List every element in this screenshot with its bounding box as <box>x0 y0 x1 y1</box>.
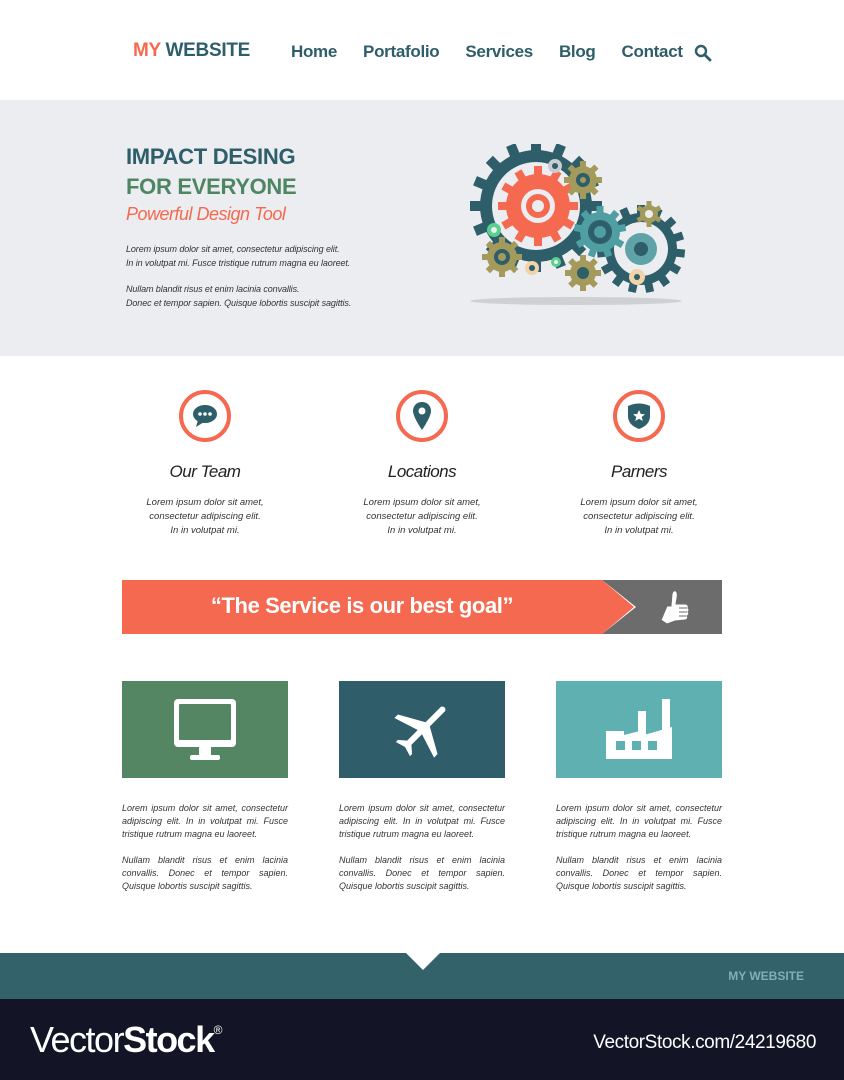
factory-icon <box>606 698 672 759</box>
nav-blog[interactable]: Blog <box>559 42 596 62</box>
service-paragraph-2: Nullam blandit risus et enim lacinia con… <box>556 855 722 891</box>
logo-website: WEBSITE <box>165 40 251 61</box>
top-navigation: MY WEBSITE Home Portafolio Services Blog… <box>0 0 844 100</box>
service-paragraph-2: Nullam blandit risus et enim lacinia con… <box>339 855 505 891</box>
peach-gear-left <box>525 261 539 275</box>
feature-locations: Locations Lorem ipsum dolor sit amet, co… <box>337 390 507 538</box>
watermark-brand-bold: Stock <box>123 1019 215 1060</box>
airplane-icon <box>394 706 446 758</box>
feature-icon-circle[interactable] <box>613 390 665 442</box>
feature-desc-line: consectetur adipiscing elit. <box>149 511 261 522</box>
nav-contact[interactable]: Contact <box>622 42 683 62</box>
nav-home[interactable]: Home <box>291 42 337 62</box>
small-gear-top <box>548 159 562 173</box>
gears-icon <box>470 144 686 305</box>
search-icon[interactable] <box>694 44 712 62</box>
service-image-box[interactable] <box>339 681 505 778</box>
feature-desc-line: In in volutpat mi. <box>604 525 674 536</box>
hero-subtitle: Powerful Design Tool <box>126 204 286 224</box>
map-pin-icon <box>413 402 431 430</box>
hero-paragraph-2-line-2: Donec et tempor sapien. Quisque lobortis… <box>126 298 352 308</box>
watermark-bar: VectorStock® VectorStock.com/24219680 <box>0 999 844 1080</box>
main-menu: Home Portafolio Services Blog Contact <box>291 42 709 62</box>
peach-gear-right <box>629 269 645 285</box>
feature-partners: Parners Lorem ipsum dolor sit amet, cons… <box>554 390 724 538</box>
service-card-1: Lorem ipsum dolor sit amet, consectetur … <box>122 681 288 893</box>
mint-gear-bottom <box>551 257 561 267</box>
olive-gear-bottom <box>565 255 601 291</box>
hero-paragraph-2-line-1: Nullam blandit risus et enim lacinia con… <box>126 284 300 294</box>
feature-desc-line: In in volutpat mi. <box>170 525 240 536</box>
chat-bubble-icon <box>193 405 217 427</box>
hero-paragraph-1-line-2: In in volutpat mi. Fusce tristique rutru… <box>126 258 351 268</box>
nav-portafolio[interactable]: Portafolio <box>363 42 440 62</box>
nav-services[interactable]: Services <box>465 42 533 62</box>
feature-our-team: Our Team Lorem ipsum dolor sit amet, con… <box>120 390 290 538</box>
banner-arrow <box>602 580 634 634</box>
banner-quote: “The Service is our best goal” <box>210 593 514 618</box>
feature-title: Our Team <box>169 462 241 481</box>
logo-my: MY <box>133 40 161 61</box>
hero-section: IMPACT DESING FOR EVERYONE Powerful Desi… <box>0 100 844 356</box>
feature-desc-line: Lorem ipsum dolor sit amet, <box>146 497 264 508</box>
watermark-id: VectorStock.com/24219680 <box>593 1032 816 1053</box>
olive-gear-top <box>564 161 602 199</box>
watermark-brand-thin: Vector <box>30 1019 125 1060</box>
hero-paragraph-1: Lorem ipsum dolor sit amet, consectetur … <box>126 242 350 270</box>
service-paragraph-1: Lorem ipsum dolor sit amet, consectetur … <box>556 803 722 839</box>
site-logo[interactable]: MY WEBSITE <box>133 40 250 62</box>
footer-notch <box>406 953 440 970</box>
footer-logo[interactable]: MY WEBSITE <box>728 969 804 983</box>
service-card-3: Lorem ipsum dolor sit amet, consectetur … <box>556 681 722 893</box>
feature-desc-line: In in volutpat mi. <box>387 525 457 536</box>
shield-star-icon <box>628 403 650 429</box>
feature-desc-line: consectetur adipiscing elit. <box>583 511 695 522</box>
hero-title-line1: IMPACT DESING <box>126 144 296 169</box>
feature-desc-line: Lorem ipsum dolor sit amet, <box>580 497 698 508</box>
service-paragraph-2: Nullam blandit risus et enim lacinia con… <box>122 855 288 891</box>
monitor-icon <box>174 698 236 760</box>
hero-paragraph-1-line-1: Lorem ipsum dolor sit amet, consectetur … <box>126 244 340 254</box>
feature-description: Lorem ipsum dolor sit amet, consectetur … <box>337 496 507 538</box>
mint-gear-left <box>487 223 501 237</box>
service-paragraph-1: Lorem ipsum dolor sit amet, consectetur … <box>122 803 288 839</box>
quote-banner: “The Service is our best goal” <box>122 580 722 634</box>
feature-description: Lorem ipsum dolor sit amet, consectetur … <box>120 496 290 538</box>
site-footer: MY WEBSITE <box>0 953 844 999</box>
feature-title: Locations <box>387 462 457 481</box>
service-image-box[interactable] <box>556 681 722 778</box>
feature-desc-line: consectetur adipiscing elit. <box>366 511 478 522</box>
feature-icon-circle[interactable] <box>396 390 448 442</box>
registered-mark: ® <box>213 1023 223 1037</box>
olive-gear-left <box>482 237 522 277</box>
service-image-box[interactable] <box>122 681 288 778</box>
feature-desc-line: Lorem ipsum dolor sit amet, <box>363 497 481 508</box>
hero-title-line2: FOR EVERYONE <box>126 174 297 199</box>
feature-icon-circle[interactable] <box>179 390 231 442</box>
gears-shadow <box>470 297 682 305</box>
service-paragraph-1: Lorem ipsum dolor sit amet, consectetur … <box>339 803 505 839</box>
feature-title: Parners <box>610 462 668 481</box>
thumbs-up-icon[interactable] <box>657 588 693 626</box>
hero-paragraph-2: Nullam blandit risus et enim lacinia con… <box>126 282 351 310</box>
watermark-brand: VectorStock® <box>30 1019 223 1061</box>
service-card-2: Lorem ipsum dolor sit amet, consectetur … <box>339 681 505 893</box>
feature-description: Lorem ipsum dolor sit amet, consectetur … <box>554 496 724 538</box>
